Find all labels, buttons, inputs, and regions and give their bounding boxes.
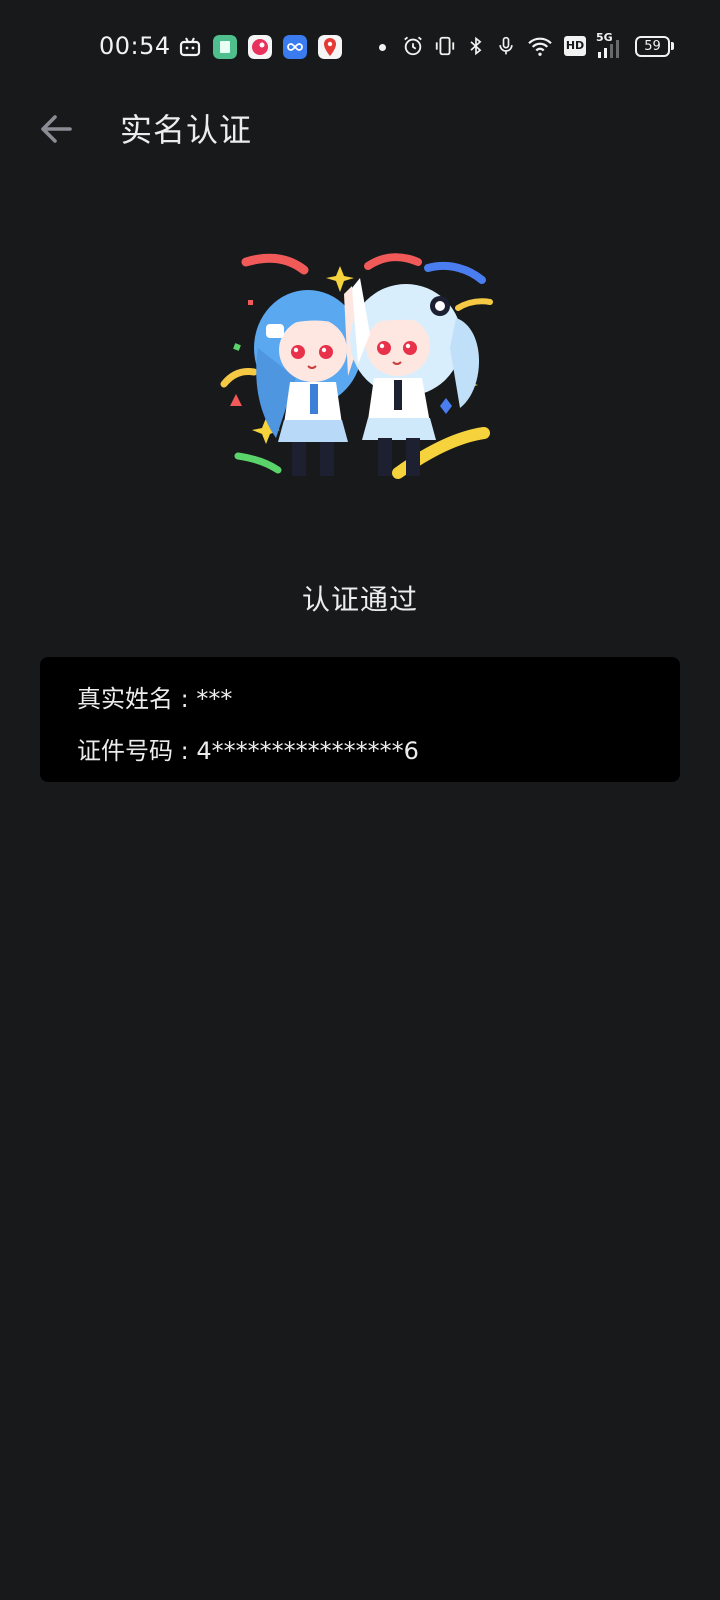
green-book-app-icon xyxy=(213,35,237,59)
blue-infinity-app-icon xyxy=(283,35,307,59)
battery-indicator: 59 xyxy=(635,36,674,57)
verification-status-text: 认证通过 xyxy=(301,583,418,616)
arrow-left-icon xyxy=(41,115,72,143)
alarm-icon xyxy=(404,36,422,56)
bilibili-tv-icon xyxy=(179,37,201,57)
red-app-icon xyxy=(248,35,272,59)
vibrate-icon xyxy=(435,36,455,56)
more-notifications-dot-icon xyxy=(379,43,386,51)
battery-tip xyxy=(671,42,674,50)
system-icons: HD 5G xyxy=(402,31,626,58)
status-bar: 00:54 HD 5G 59 xyxy=(0,0,720,96)
celebration-mascots-illustration xyxy=(220,253,493,479)
real-name-row: 真实姓名 : *** xyxy=(77,685,233,713)
red-map-pin-app-icon xyxy=(318,35,342,59)
screen: 00:54 HD 5G 59 实名认证 认证通过 真实姓名: *** 证件号码… xyxy=(0,0,720,1600)
identity-info-card: 真实姓名 : *** 证件号码 : 4****************6 xyxy=(40,657,680,782)
microphone-icon xyxy=(499,36,513,55)
hd-icon: HD xyxy=(564,36,586,56)
id-number-row: 证件号码 : 4****************6 xyxy=(77,737,419,765)
page-title: 实名认证 xyxy=(120,111,253,149)
network-type-label: 5G xyxy=(596,31,613,44)
back-button[interactable] xyxy=(30,103,82,155)
notification-icons xyxy=(178,35,386,59)
status-time: 00:54 xyxy=(99,32,171,60)
bluetooth-icon xyxy=(470,36,482,56)
5g-signal-icon: 5G xyxy=(596,31,626,58)
battery-level: 59 xyxy=(635,36,670,57)
wifi-icon xyxy=(528,37,552,56)
